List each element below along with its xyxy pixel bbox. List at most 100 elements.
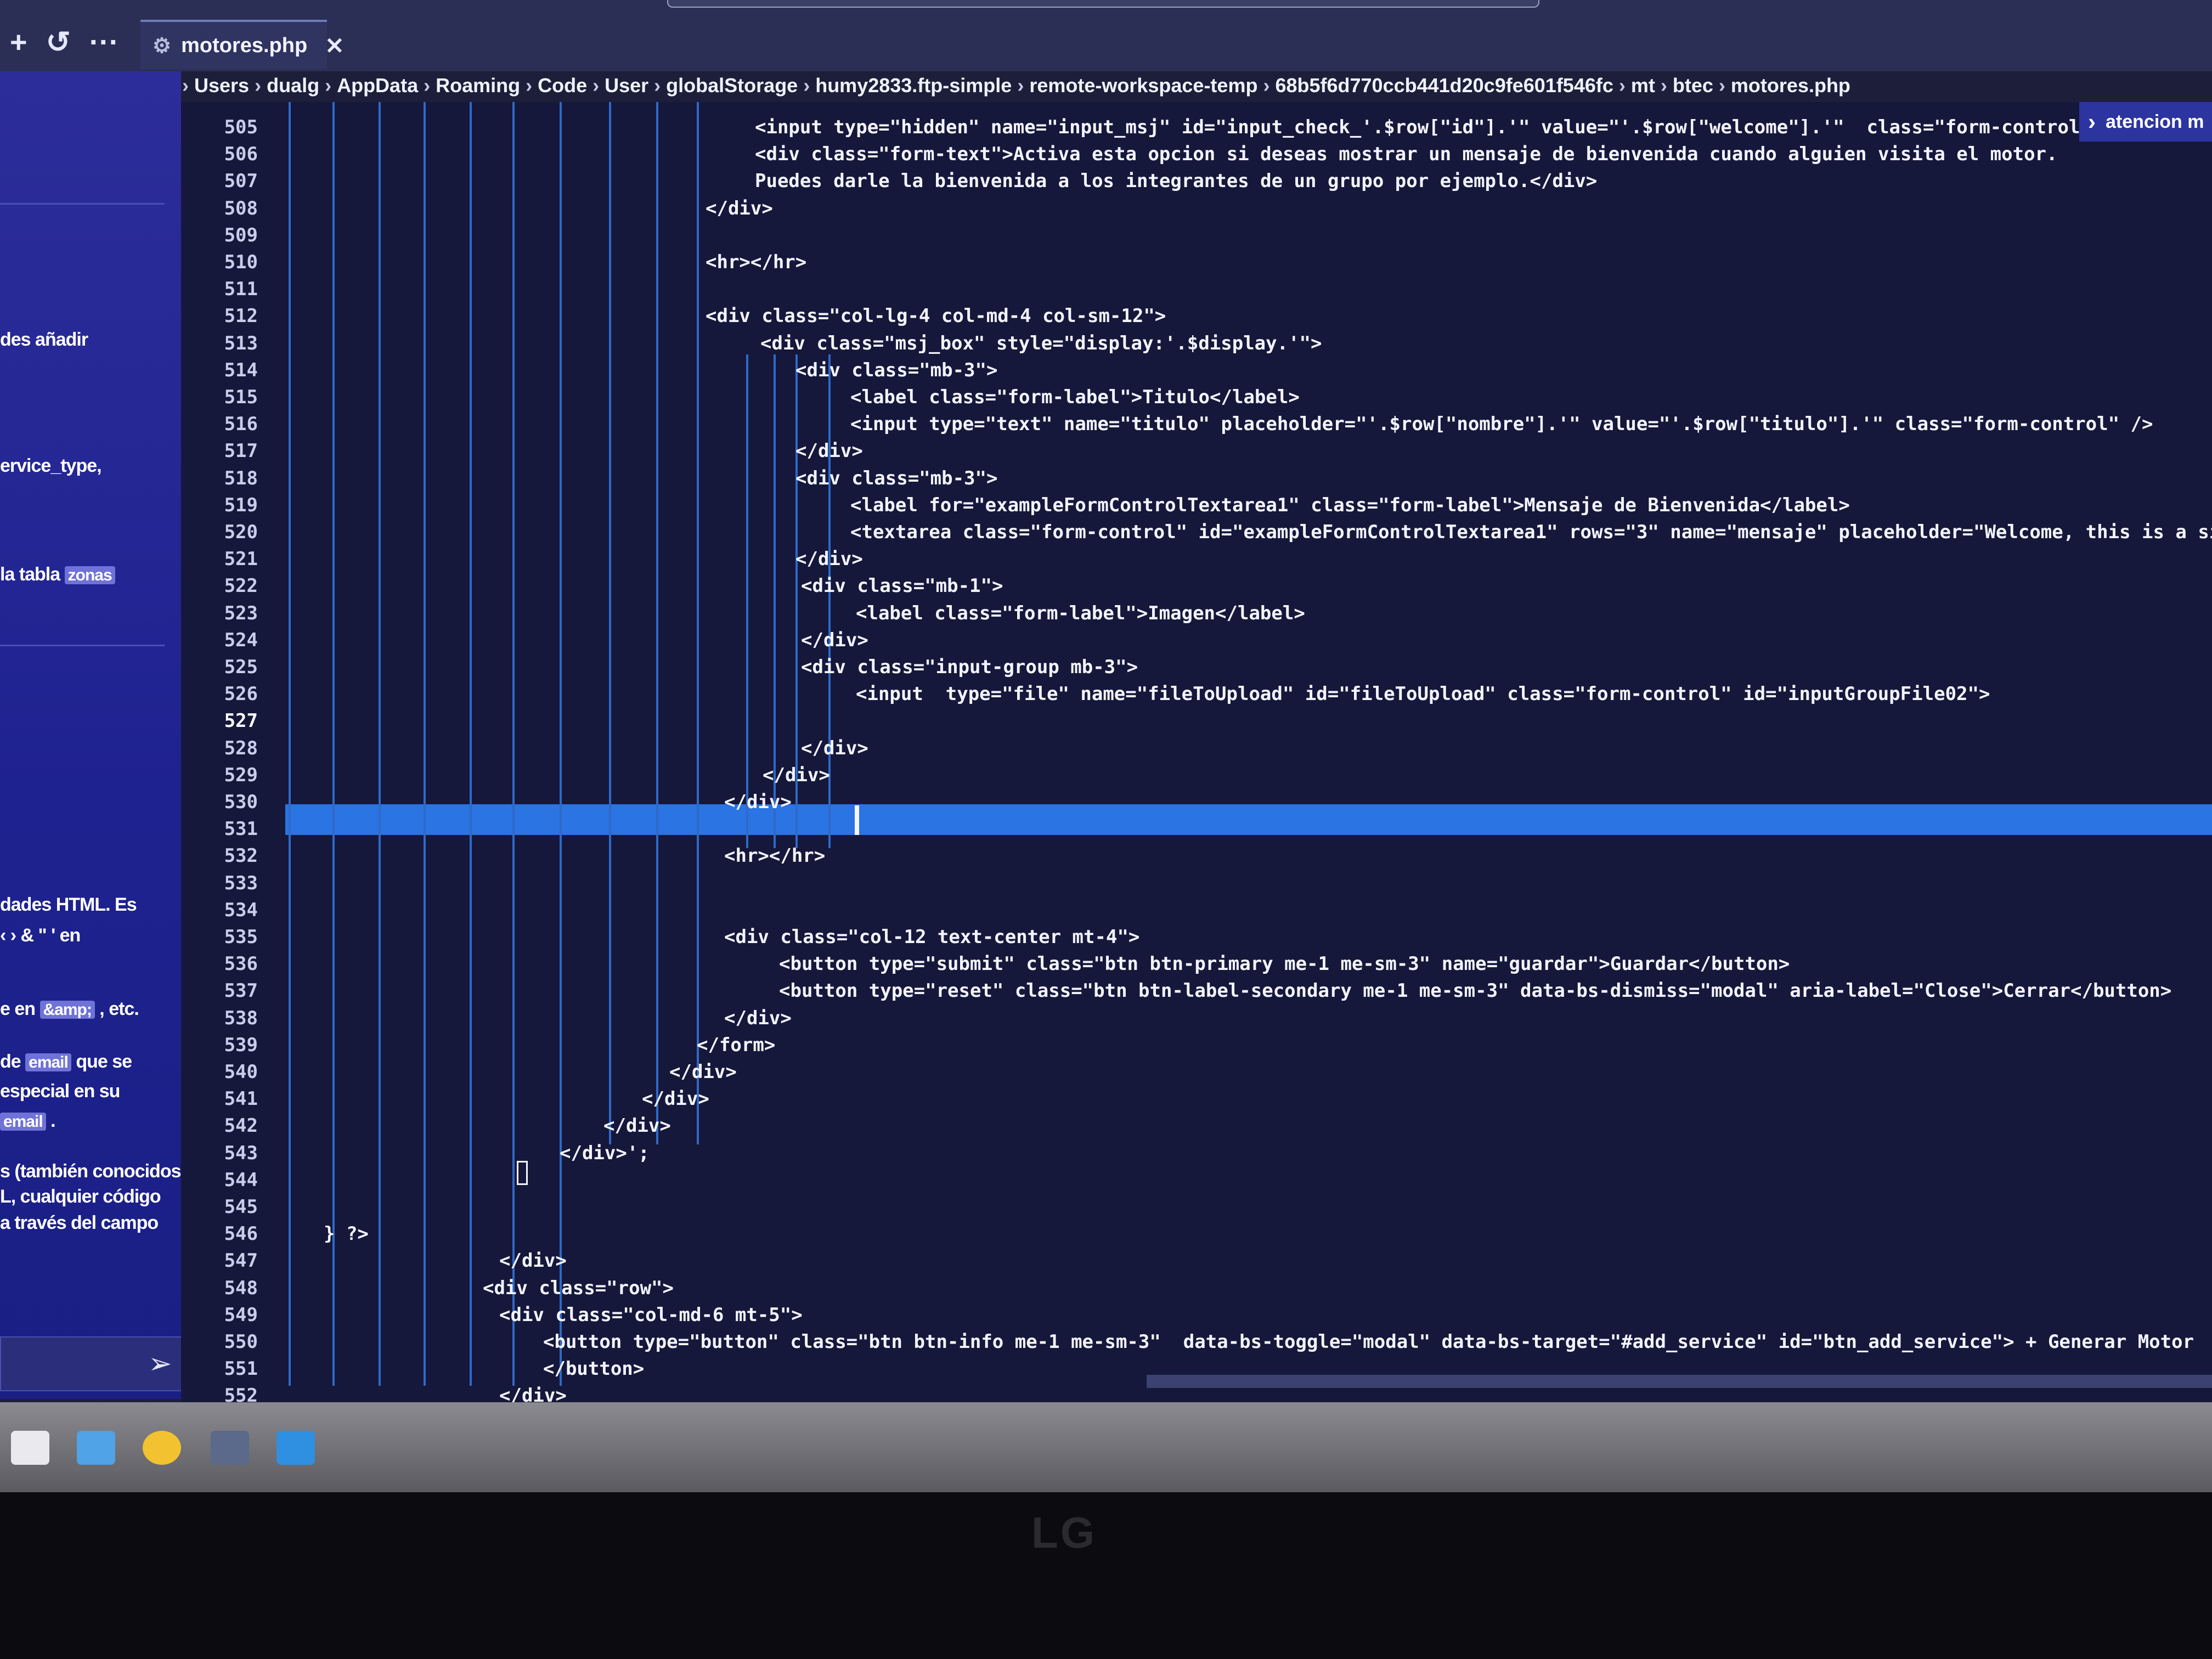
editor-tab[interactable]: ⚙ motores.php ✕ [140,20,344,69]
code-line[interactable]: <hr></hr> [706,251,806,273]
line-number: 535 [224,926,258,948]
indent-guide [379,102,381,1386]
code-line[interactable]: <div class="mb-3"> [795,359,997,381]
code-line[interactable]: <div class="col-12 text-center mt-4"> [724,926,1139,948]
code-line[interactable]: <input type="file" name="fileToUpload" i… [856,683,1990,705]
line-number: 524 [224,629,258,651]
breadcrumb-item[interactable]: Roaming [436,74,520,97]
line-number: 545 [224,1196,258,1218]
vs-code-icon-inactive[interactable] [211,1431,249,1465]
code-line[interactable]: <div class="mb-1"> [801,575,1003,597]
text-cursor [855,805,859,835]
code-line[interactable]: </div> [642,1088,709,1110]
code-line[interactable]: <label class="form-label">Titulo</label> [850,386,1300,408]
breadcrumb-separator: › [1718,74,1725,97]
breadcrumb-item[interactable]: motores.php [1731,74,1850,97]
sidebar-actions: + ↺ ··· [10,27,119,57]
line-number: 527 [224,710,258,732]
line-number: 534 [224,899,258,921]
code-line[interactable]: <div class="row"> [483,1277,674,1299]
code-chip: email [25,1053,71,1071]
command-center[interactable] [667,0,1539,8]
code-line[interactable]: </div> [724,1007,792,1029]
code-line[interactable]: <input type="text" name="titulo" placeho… [850,413,2153,435]
code-line[interactable]: </div> [499,1250,567,1272]
line-number: 526 [224,683,258,706]
code-line[interactable]: <textarea class="form-control" id="examp… [850,521,2212,543]
panel-text-line: de email que se [0,1051,132,1073]
breadcrumb-item[interactable]: Code [538,74,587,97]
close-icon[interactable]: ✕ [325,32,344,59]
line-number-gutter: 505 506 507 508 509 510 511 512 513 514 515 516 517 5… [181,102,263,1402]
panel-text: des añadir [0,329,88,350]
indent-guide [609,102,611,1144]
file-explorer-icon[interactable] [11,1431,49,1465]
code-line[interactable]: </div> [795,440,863,462]
store-icon[interactable] [77,1431,115,1465]
code-line[interactable]: <label class="form-label">Imagen</label> [856,602,1305,624]
line-number: 523 [224,602,258,624]
history-icon[interactable]: ↺ [46,27,71,57]
code-line[interactable]: <div class="col-lg-4 col-md-4 col-sm-12"… [706,305,1166,327]
breadcrumb-item[interactable]: globalStorage [666,74,798,97]
breadcrumb-item[interactable]: AppData [337,74,418,97]
code-line[interactable]: <div class="input-group mb-3"> [801,656,1138,678]
panel-divider [0,645,165,646]
code-line[interactable]: </button> [543,1358,644,1380]
code-line[interactable]: <div class="form-text">Activa esta opcio… [755,143,2058,165]
code-line[interactable]: </div> [499,1385,567,1402]
breadcrumb-item[interactable]: dualg [267,74,319,97]
code-line[interactable]: <button type="button" class="btn btn-inf… [543,1331,2194,1353]
line-number: 510 [224,251,258,273]
breadcrumb-item[interactable]: remote-workspace-temp [1029,74,1257,97]
code-line[interactable]: <hr></hr> [724,845,825,867]
more-icon[interactable]: ··· [89,27,119,57]
new-chat-icon[interactable]: + [10,27,27,57]
code-line[interactable]: </div> [801,737,868,759]
vs-code-icon[interactable] [276,1431,315,1465]
breadcrumb-item[interactable]: mt [1631,74,1655,97]
code-editor[interactable]: 505 506 507 508 509 510 511 512 513 514 515 516 517 5… [181,102,2212,1402]
code-line[interactable]: </form> [697,1034,775,1056]
code-line[interactable]: </div> [763,764,830,786]
breadcrumb-item[interactable]: btec [1673,74,1713,97]
line-number: 528 [224,737,258,759]
horizontal-scrollbar[interactable] [1147,1375,2212,1388]
code-line[interactable]: </div> [801,629,868,651]
code-line[interactable]: </div> [795,548,863,570]
breadcrumb-separator: › [592,74,600,97]
code-line[interactable]: </div>'; [560,1142,650,1164]
code-line[interactable]: </div> [603,1115,671,1137]
code-line[interactable]: <input type="hidden" name="input_msj" id… [755,116,2125,138]
send-icon[interactable]: ➢ [148,1347,172,1380]
code-line[interactable]: <div class="msj_box" style="display:'.$d… [760,332,1322,354]
panel-text-line: la tabla zonas [0,564,115,585]
breadcrumb-item[interactable]: User [605,74,648,97]
peek-panel[interactable]: › atencion m [2079,102,2212,142]
indent-guide [470,102,472,1386]
code-line[interactable]: <label for="exampleFormControlTextarea1"… [850,494,1850,516]
line-number: 505 [224,116,258,138]
breadcrumb-separator: › [424,74,431,97]
breadcrumb-item[interactable]: humy2833.ftp-simple [815,74,1012,97]
code-line[interactable]: <button type="submit" class="btn btn-pri… [779,953,1790,975]
line-number: 548 [224,1277,258,1299]
line-number: 514 [224,359,258,381]
code-line[interactable]: } ?> [324,1223,369,1245]
code-line[interactable]: Puedes darle la bienvenida a los integra… [755,170,1597,192]
chevron-right-icon[interactable]: › [2088,109,2096,135]
breadcrumb-item[interactable]: Users [194,74,249,97]
code-line[interactable]: </div> [706,198,773,219]
code-line[interactable]: <button type="reset" class="btn btn-labe… [779,980,2171,1002]
line-number: 530 [224,791,258,813]
code-line[interactable]: <div class="mb-3"> [795,467,997,489]
code-line[interactable]: </div> [724,791,792,813]
monitor-screen: + ↺ ··· ⚙ motores.php ✕ C:›Users›dualg›A… [0,0,2212,1492]
breadcrumb-item[interactable]: 68b5f6d770ccb441d20c9fe601f546fc [1275,74,1613,97]
code-line[interactable]: </div> [669,1061,737,1083]
code-line[interactable]: <div class="col-md-6 mt-5"> [499,1304,803,1326]
chrome-icon[interactable] [143,1431,181,1465]
monitor-logo: LG [1031,1508,1097,1557]
line-number: 509 [224,224,258,246]
panel-text-line: a través del campo [0,1212,159,1234]
